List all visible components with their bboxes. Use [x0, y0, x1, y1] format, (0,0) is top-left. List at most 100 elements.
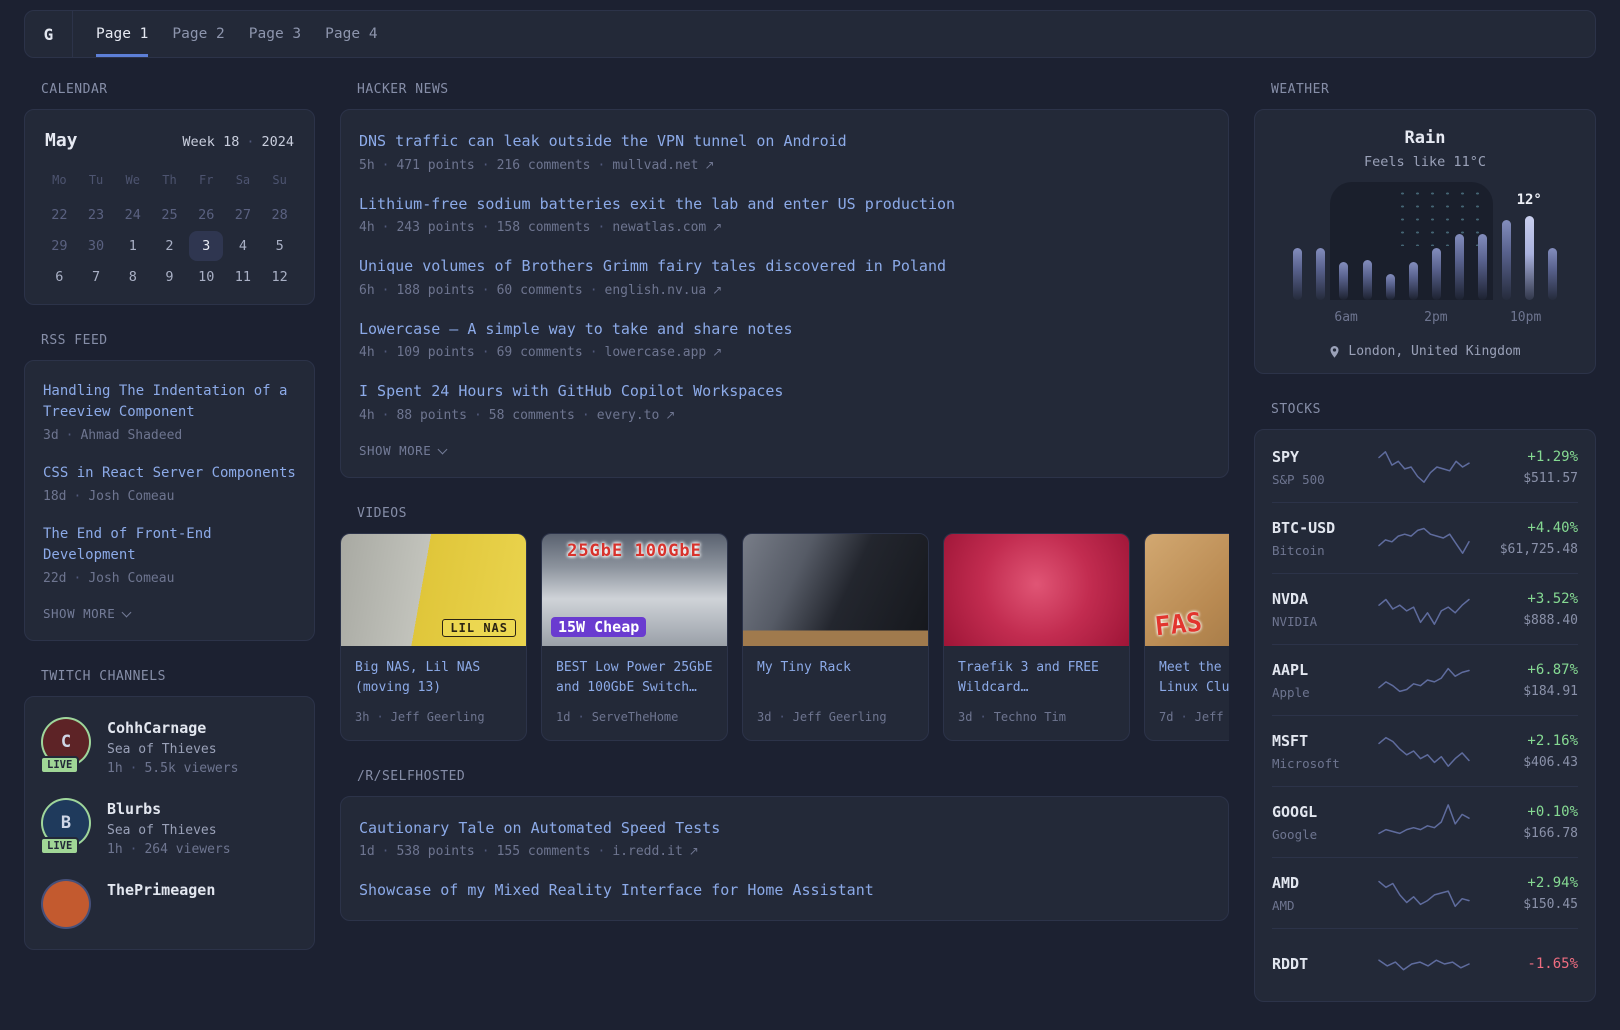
nav-tab[interactable]: Page 4: [325, 11, 377, 57]
dot-separator: ·: [482, 283, 490, 298]
video-thumbnail[interactable]: FAS: [1145, 534, 1229, 646]
stock-price: $406.43: [1476, 755, 1578, 770]
video-title[interactable]: Traefik 3 and FREEWildcard…: [958, 658, 1115, 702]
stock-sparkline: [1376, 587, 1472, 631]
dot-separator: ·: [246, 134, 254, 150]
video-card[interactable]: LIL NAS Big NAS, Lil NAS(moving 13) 3h·J…: [340, 533, 527, 741]
reddit-item-title[interactable]: Showcase of my Mixed Reality Interface f…: [359, 879, 1210, 902]
weather-bar: [1386, 274, 1395, 300]
nav-tab[interactable]: Page 3: [249, 11, 301, 57]
video-card[interactable]: My Tiny Rack 3d·Jeff Geerling: [742, 533, 929, 741]
dot-separator: ·: [66, 428, 74, 443]
dot-separator: ·: [73, 571, 81, 586]
stock-name: Microsoft: [1272, 756, 1372, 771]
nav-tab[interactable]: Page 1: [96, 11, 148, 57]
twitch-channel-name[interactable]: CohhCarnage: [107, 719, 238, 737]
twitch-channel-name[interactable]: ThePrimeagen: [107, 881, 215, 899]
stocks-card: SPY S&P 500 +1.29% $511.57 BTC-USD Bitco…: [1254, 429, 1596, 1002]
twitch-channel: B LIVE Blurbs Sea of Thieves 1h·264 view…: [43, 800, 296, 857]
stock-price: $184.91: [1476, 684, 1578, 699]
videos-section: VIDEOS LIL NAS Big NAS, Lil NAS(moving 1…: [340, 506, 1229, 741]
stock-row: BTC-USD Bitcoin +4.40% $61,725.48: [1272, 502, 1578, 573]
video-meta: 7d·Jeff: [1159, 710, 1229, 724]
live-badge: LIVE: [40, 756, 79, 774]
rss-item: CSS in React Server Components 18d·Josh …: [43, 463, 296, 504]
stock-sparkline: [1376, 942, 1472, 986]
rss-item-title[interactable]: Handling The Indentation of a Treeview C…: [43, 381, 296, 423]
video-title[interactable]: Big NAS, Lil NAS(moving 13): [355, 658, 512, 702]
hn-item-domain[interactable]: english.nv.ua: [605, 283, 707, 298]
hn-item-title[interactable]: Lithium-free sodium batteries exit the l…: [359, 193, 1210, 216]
rss-item-title[interactable]: The End of Front-End Development: [43, 524, 296, 566]
twitch-channel-name[interactable]: Blurbs: [107, 800, 231, 818]
reddit-item-domain[interactable]: i.redd.it: [612, 844, 682, 859]
stock-row: MSFT Microsoft +2.16% $406.43: [1272, 715, 1578, 786]
calendar-weekday-header: MoTuWeThFrSaSu: [41, 165, 298, 199]
video-card[interactable]: Traefik 3 and FREEWildcard… 3d·Techno Ti…: [943, 533, 1130, 741]
calendar-day: 23: [78, 199, 115, 230]
weather-bar: [1363, 260, 1372, 300]
calendar-weekday: Sa: [225, 165, 262, 199]
dot-separator: ·: [582, 408, 590, 423]
dot-separator: ·: [376, 710, 383, 724]
rss-item: Handling The Indentation of a Treeview C…: [43, 381, 296, 443]
calendar-weekday: Mo: [41, 165, 78, 199]
reddit-item-meta: 1d·538 points·155 comments·i.redd.it↗: [359, 844, 1210, 859]
hn-item-domain[interactable]: mullvad.net: [612, 158, 698, 173]
hn-item-title[interactable]: DNS traffic can leak outside the VPN tun…: [359, 130, 1210, 153]
weather-hourly-chart: 12°: [1289, 196, 1561, 300]
video-row: LIL NAS Big NAS, Lil NAS(moving 13) 3h·J…: [340, 533, 1229, 741]
calendar-day: 26: [188, 199, 225, 230]
rss-item-title[interactable]: CSS in React Server Components: [43, 463, 296, 484]
reddit-item-title[interactable]: Cautionary Tale on Automated Speed Tests: [359, 817, 1210, 840]
nav-tab[interactable]: Page 2: [172, 11, 224, 57]
video-meta: 3d·Techno Tim: [958, 710, 1115, 724]
hn-item-domain[interactable]: newatlas.com: [612, 220, 706, 235]
hn-item-title[interactable]: I Spent 24 Hours with GitHub Copilot Wor…: [359, 380, 1210, 403]
video-thumbnail[interactable]: [743, 534, 928, 646]
videos-section-label: VIDEOS: [357, 506, 1229, 521]
video-thumbnail[interactable]: LIL NAS: [341, 534, 526, 646]
video-thumbnail[interactable]: [944, 534, 1129, 646]
stock-symbol: MSFT: [1272, 732, 1372, 750]
calendar-day: 9: [151, 261, 188, 292]
avatar: [43, 881, 89, 927]
hn-item-title[interactable]: Unique volumes of Brothers Grimm fairy t…: [359, 255, 1210, 278]
dot-separator: ·: [482, 220, 490, 235]
dot-separator: ·: [382, 158, 390, 173]
video-title[interactable]: Meet theLinux Clu: [1159, 658, 1229, 702]
twitch-channel: C LIVE CohhCarnage Sea of Thieves 1h·5.5…: [43, 719, 296, 776]
hn-item-domain[interactable]: every.to: [597, 408, 660, 423]
top-nav: G Page 1 Page 2 Page 3 Page 4: [24, 10, 1596, 58]
video-title[interactable]: BEST Low Power 25GbEand 100GbE Switch…: [556, 658, 713, 702]
stock-change: +0.10%: [1476, 804, 1578, 820]
rss-show-more-button[interactable]: SHOW MORE: [43, 606, 130, 621]
twitch-avatar-wrap: [43, 881, 91, 927]
right-column: WEATHER Rain Feels like 11°C: [1254, 82, 1596, 1030]
video-card[interactable]: 25GbE 100GbE15W Cheap BEST Low Power 25G…: [541, 533, 728, 741]
dot-separator: ·: [382, 844, 390, 859]
video-card[interactable]: FAS Meet theLinux Clu 7d·Jeff: [1144, 533, 1229, 741]
hn-item-title[interactable]: Lowercase – A simple way to take and sha…: [359, 318, 1210, 341]
video-title[interactable]: My Tiny Rack: [757, 658, 914, 702]
video-thumbnail[interactable]: 25GbE 100GbE15W Cheap: [542, 534, 727, 646]
calendar-day: 27: [225, 199, 262, 230]
hn-item: Lowercase – A simple way to take and sha…: [359, 318, 1210, 361]
external-link-icon: ↗: [712, 283, 722, 297]
weather-card: Rain Feels like 11°C 12°: [1254, 109, 1596, 374]
calendar-weekday: Su: [261, 165, 298, 199]
stock-symbol: AMD: [1272, 874, 1372, 892]
dot-separator: ·: [482, 345, 490, 360]
stock-price: $150.45: [1476, 897, 1578, 912]
hn-item-domain[interactable]: lowercase.app: [605, 345, 707, 360]
stock-sparkline: [1376, 800, 1472, 844]
dot-separator: ·: [130, 761, 138, 776]
weather-bar: [1293, 248, 1302, 300]
twitch-game: Sea of Thieves: [107, 742, 238, 757]
stock-row: SPY S&P 500 +1.29% $511.57: [1272, 432, 1578, 502]
twitch-avatar-wrap: B LIVE: [43, 800, 91, 846]
weather-bar: [1455, 234, 1464, 300]
dot-separator: ·: [590, 283, 598, 298]
app-logo[interactable]: G: [25, 11, 72, 57]
hacker-news-show-more-button[interactable]: SHOW MORE: [359, 443, 446, 458]
